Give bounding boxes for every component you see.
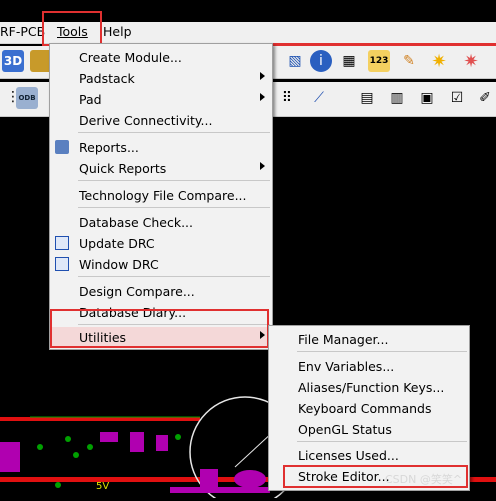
menu-separator [78,207,270,208]
menu-separator [297,441,467,442]
menu-item-derive-connectivity[interactable]: Derive Connectivity... [50,110,272,131]
sun-red-icon[interactable]: ✷ [460,50,482,72]
menu-item-padstack[interactable]: Padstack [50,68,272,89]
menu-item-file-manager[interactable]: File Manager... [269,329,469,350]
menu-item-env-variables[interactable]: Env Variables... [269,356,469,377]
3d-view-icon[interactable]: 3D [2,50,24,72]
sun-icon[interactable]: ✷ [428,50,450,72]
menu-item-create-module[interactable]: Create Module... [50,47,272,68]
menu-item-quick-reports[interactable]: Quick Reports [50,158,272,179]
watermark: CSDN @笑笑^ [385,473,463,486]
odb-export-icon[interactable]: ODB [16,87,38,109]
menu-item-opengl-status[interactable]: OpenGL Status [269,419,469,440]
menu-separator [297,351,467,352]
menu-item-pad[interactable]: Pad [50,89,272,110]
checklist-icon[interactable]: ☑ [446,87,468,109]
report-icon[interactable]: ▤ [356,87,378,109]
reports-icon [55,140,69,154]
zoom-icon[interactable]: ▧ [284,50,306,72]
info-icon[interactable]: i [310,50,332,72]
menu-item-keyboard-commands[interactable]: Keyboard Commands [269,398,469,419]
menu-item-reports[interactable]: Reports... [50,137,272,158]
menu-help[interactable]: Help [103,24,132,39]
menu-item-technology-file-compare[interactable]: Technology File Compare... [50,185,272,206]
route-icon[interactable]: ⟋ [308,87,330,109]
grid-icon[interactable]: ⠿ [276,87,298,109]
menu-item-database-check[interactable]: Database Check... [50,212,272,233]
report-check-icon[interactable]: ▣ [416,87,438,109]
menu-app[interactable]: RF-PCB [0,24,45,39]
tools-menu: Create Module... Padstack Pad Derive Con… [49,43,273,350]
numbering-icon[interactable]: 123 [368,50,390,72]
menu-separator [78,180,270,181]
net-label: 5V [96,481,109,492]
menu-separator [78,132,270,133]
report-book-icon[interactable]: ▥ [386,87,408,109]
submenu-arrow-icon [260,72,265,80]
highlight-pen-icon[interactable]: ✎ [398,50,420,72]
tools-highlight-box [42,11,102,46]
menu-item-licenses-used[interactable]: Licenses Used... [269,445,469,466]
submenu-arrow-icon [260,93,265,101]
menu-item-design-compare[interactable]: Design Compare... [50,281,272,302]
update-drc-icon [55,236,69,250]
menu-item-update-drc[interactable]: Update DRC [50,233,272,254]
properties-icon[interactable]: ▦ [338,50,360,72]
menu-item-aliases-function-keys[interactable]: Aliases/Function Keys... [269,377,469,398]
window-drc-icon [55,257,69,271]
submenu-arrow-icon [260,162,265,170]
tool-icon[interactable]: ✐ [474,87,496,109]
menu-item-window-drc[interactable]: Window DRC [50,254,272,275]
menu-separator [78,276,270,277]
utilities-highlight-box [50,309,269,348]
